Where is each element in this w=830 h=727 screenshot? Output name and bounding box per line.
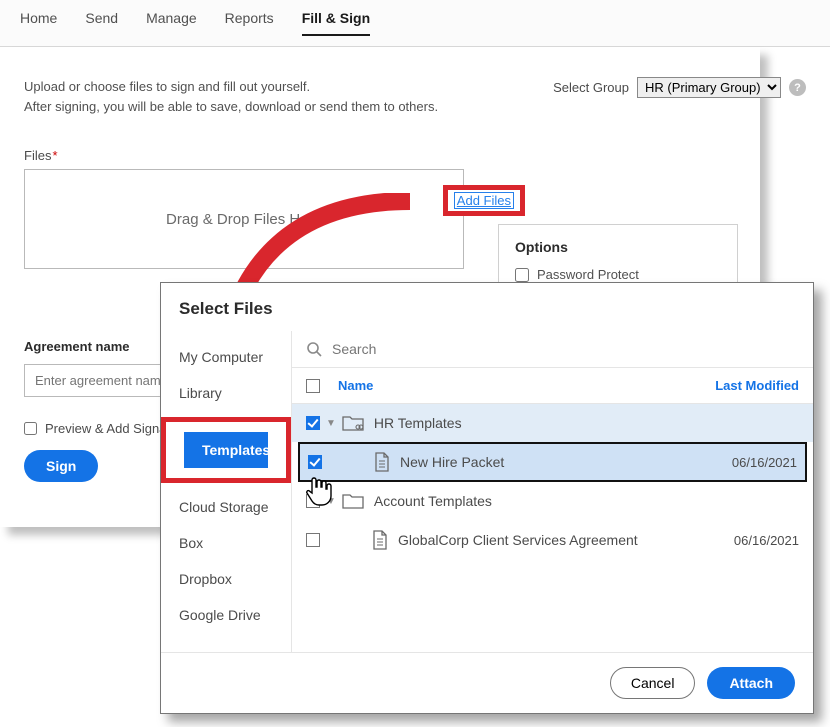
table-row[interactable]: GlobalCorp Client Services Agreement 06/… [292, 520, 813, 560]
document-icon [372, 530, 388, 550]
modal-sidebar: My Computer Library Templates Cloud Stor… [161, 331, 291, 652]
dropzone-text: Drag & Drop Files Here [166, 211, 322, 228]
sign-button[interactable]: Sign [24, 450, 98, 482]
top-nav: Home Send Manage Reports Fill & Sign [0, 0, 830, 47]
row-date: 06/16/2021 [734, 533, 799, 548]
row-checkbox[interactable] [306, 416, 320, 430]
files-label: Files* [24, 148, 806, 163]
col-last-modified[interactable]: Last Modified [715, 378, 799, 393]
row-name: Account Templates [374, 493, 492, 509]
preview-label: Preview & Add Signa [45, 421, 166, 436]
help-icon[interactable]: ? [789, 79, 806, 96]
attach-button[interactable]: Attach [707, 667, 795, 699]
modal-title: Select Files [161, 283, 813, 331]
select-group: Select Group HR (Primary Group) ? [553, 77, 806, 98]
cancel-button[interactable]: Cancel [610, 667, 696, 699]
select-group-label: Select Group [553, 80, 629, 95]
templates-highlight: Templates [161, 417, 291, 483]
select-group-dropdown[interactable]: HR (Primary Group) [637, 77, 781, 98]
preview-checkbox[interactable] [24, 422, 37, 435]
search-input[interactable] [332, 341, 799, 357]
col-name[interactable]: Name [338, 378, 373, 393]
search-row [292, 331, 813, 368]
row-checkbox[interactable] [308, 455, 322, 469]
folder-shared-icon [342, 492, 364, 510]
nav-fill-sign[interactable]: Fill & Sign [302, 10, 370, 36]
sidebar-templates[interactable]: Templates [184, 432, 268, 468]
intro-text: Upload or choose files to sign and fill … [24, 77, 438, 116]
row-checkbox[interactable] [306, 494, 320, 508]
document-icon [374, 452, 390, 472]
intro-line2: After signing, you will be able to save,… [24, 97, 438, 117]
sidebar-my-computer[interactable]: My Computer [161, 339, 291, 375]
add-files-highlight: Add Files [443, 185, 525, 216]
nav-manage[interactable]: Manage [146, 10, 197, 36]
table-row[interactable]: ▼ Account Templates [292, 482, 813, 520]
row-name: New Hire Packet [400, 454, 504, 470]
folder-shared-icon [342, 414, 364, 432]
sidebar-dropbox[interactable]: Dropbox [161, 561, 291, 597]
sidebar-library[interactable]: Library [161, 375, 291, 411]
nav-send[interactable]: Send [85, 10, 118, 36]
files-dropzone[interactable]: Drag & Drop Files Here [24, 169, 464, 269]
select-files-modal: Select Files My Computer Library Templat… [160, 282, 814, 714]
nav-reports[interactable]: Reports [225, 10, 274, 36]
row-name: GlobalCorp Client Services Agreement [398, 532, 638, 548]
search-icon [306, 341, 322, 357]
expand-caret-icon[interactable]: ▼ [326, 496, 336, 507]
expand-caret-icon[interactable]: ▼ [326, 418, 336, 429]
intro-line1: Upload or choose files to sign and fill … [24, 77, 438, 97]
table-row[interactable]: ▼ HR Templates [292, 404, 813, 442]
table-row[interactable]: New Hire Packet 06/16/2021 [298, 442, 807, 482]
modal-main: Name Last Modified ▼ HR Templates New H [291, 331, 813, 652]
required-asterisk: * [52, 148, 57, 163]
select-all-checkbox[interactable] [306, 379, 320, 393]
add-files-link[interactable]: Add Files [454, 192, 514, 209]
sidebar-google-drive[interactable]: Google Drive [161, 597, 291, 633]
row-date: 06/16/2021 [732, 455, 797, 470]
sidebar-cloud-storage[interactable]: Cloud Storage [161, 489, 291, 525]
sidebar-box[interactable]: Box [161, 525, 291, 561]
row-checkbox[interactable] [306, 533, 320, 547]
table-header: Name Last Modified [292, 368, 813, 404]
nav-home[interactable]: Home [20, 10, 57, 36]
files-label-text: Files [24, 148, 51, 163]
row-name: HR Templates [374, 415, 462, 431]
modal-footer: Cancel Attach [161, 652, 813, 713]
